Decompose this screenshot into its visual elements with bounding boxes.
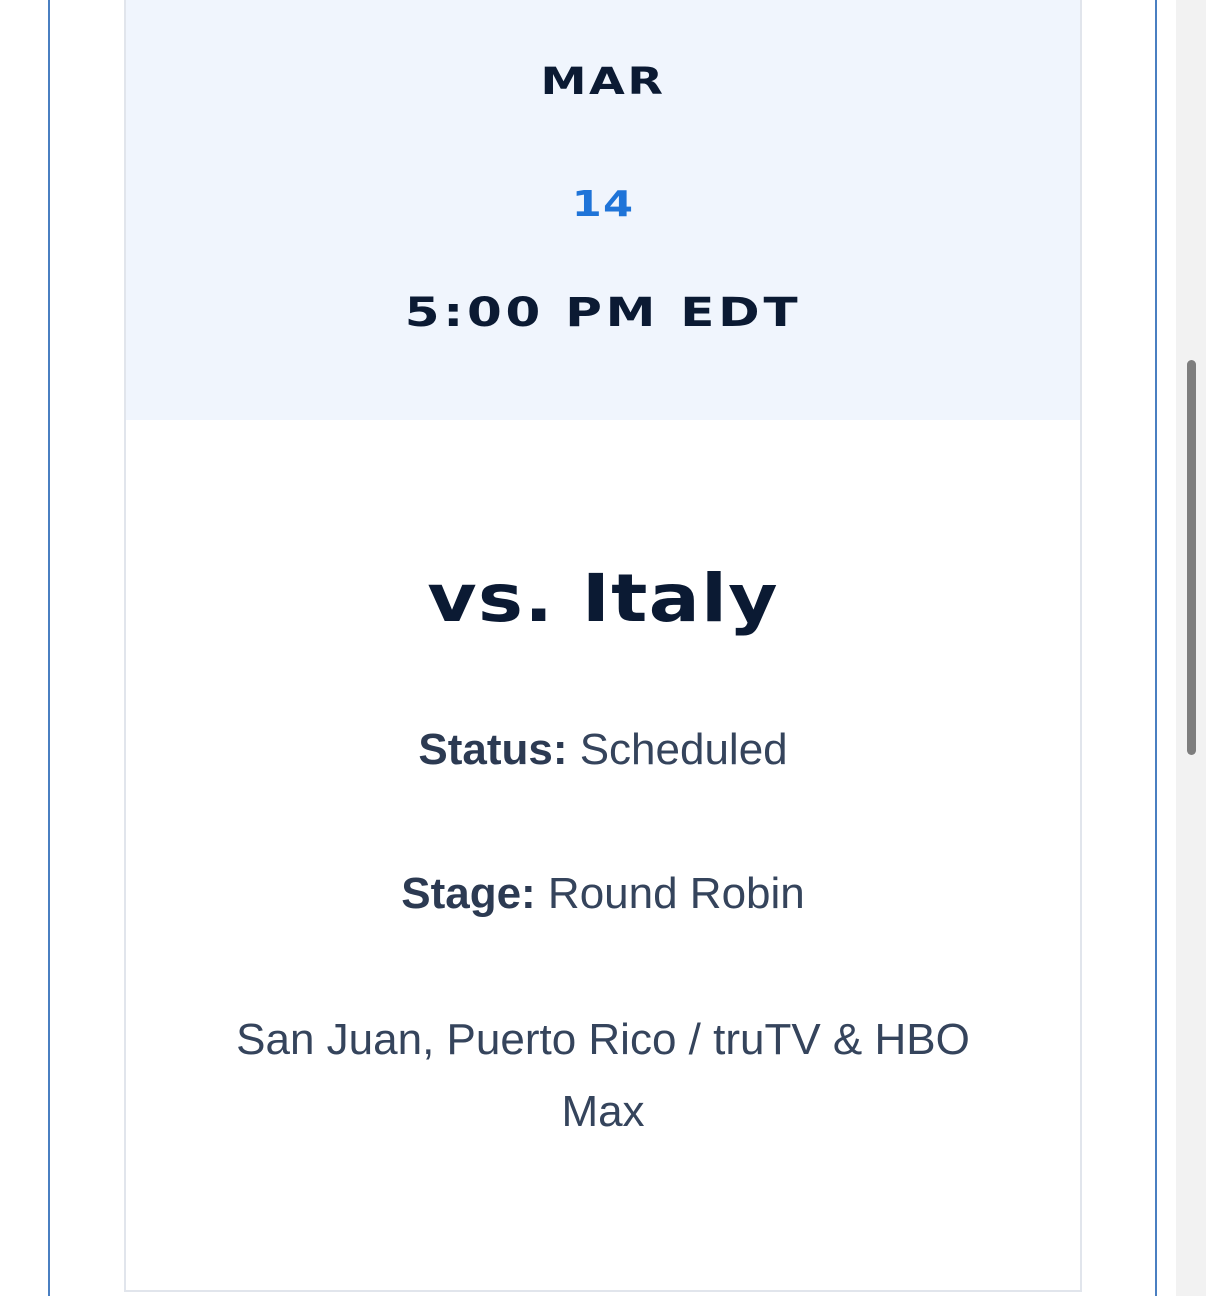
- location-broadcast: San Juan, Puerto Rico / truTV & HBO Max: [236, 1015, 970, 1136]
- game-card[interactable]: MAR 14 5:00 PM EDT vs. Italy Status: Sch…: [124, 0, 1082, 1292]
- status-label: Status:: [418, 725, 568, 774]
- stage-label: Stage:: [401, 869, 536, 918]
- status-value: Scheduled: [567, 725, 788, 774]
- game-day: 14: [571, 184, 635, 225]
- scrollbar-thumb[interactable]: [1187, 360, 1196, 755]
- frame-left-border: [48, 0, 50, 1296]
- game-time: 5:00 PM EDT: [404, 290, 802, 336]
- stage-line: Stage: Round Robin: [126, 858, 1080, 930]
- frame-right-border: [1155, 0, 1157, 1296]
- game-month: MAR: [540, 60, 666, 103]
- date-header: MAR 14 5:00 PM EDT: [126, 0, 1080, 420]
- page: MAR 14 5:00 PM EDT vs. Italy Status: Sch…: [0, 0, 1206, 1296]
- status-line: Status: Scheduled: [126, 714, 1080, 786]
- opponent-title: vs. Italy: [427, 560, 779, 637]
- stage-value: Round Robin: [535, 869, 805, 918]
